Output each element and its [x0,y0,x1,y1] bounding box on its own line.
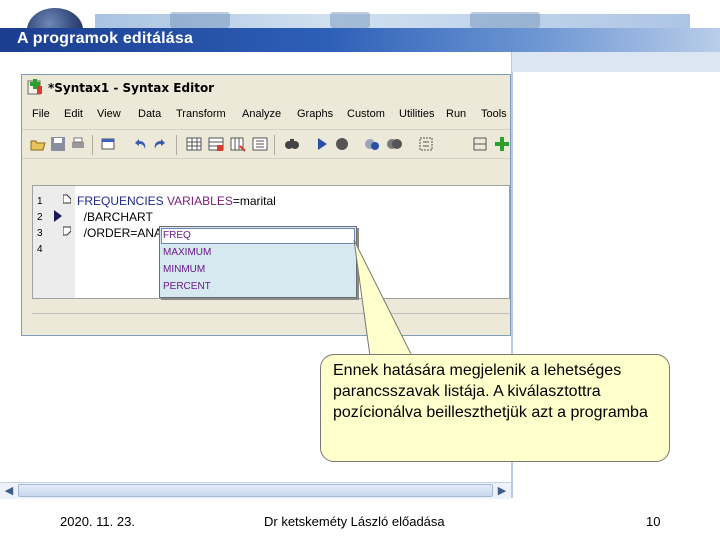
callout-pointer [353,239,413,357]
callout-text: Ennek hatására megjelenik a lehetséges p… [333,362,648,421]
toolbar [22,129,510,159]
menu-view[interactable]: View [97,108,121,120]
command-keyword: FREQUENCIES [77,194,164,208]
stop-icon[interactable] [334,136,350,152]
toggle-icon[interactable] [386,136,402,152]
code-line-3: /ORDER=ANA [77,226,163,240]
menu-graphs[interactable]: Graphs [297,108,333,120]
toolbar-separator [176,135,177,155]
autocomplete-item[interactable]: PERCENT [163,281,211,292]
open-icon[interactable] [30,136,46,152]
toolbar-separator [274,135,275,155]
case-list-icon[interactable] [252,136,268,152]
line-number: 3 [37,228,43,239]
code-line-2: /BARCHART [77,210,153,224]
line-number: 1 [37,196,43,207]
syntax-help-icon[interactable] [418,136,434,152]
scroll-left-icon[interactable]: ◀ [1,482,17,499]
scroll-right-icon[interactable]: ▶ [494,482,510,499]
scrollbar-thumb[interactable] [18,484,493,497]
redo-icon[interactable] [152,136,168,152]
menu-data[interactable]: Data [138,108,161,120]
slide-title: A programok editálása [17,30,194,47]
map-decoration [170,12,230,28]
line-number: 2 [37,212,43,223]
right-panel-stripe [512,52,720,72]
status-bar [32,313,510,331]
split-icon[interactable] [364,136,380,152]
map-decoration [330,12,370,28]
add-icon[interactable] [494,136,510,152]
menu-edit[interactable]: Edit [64,108,83,120]
goto-data-icon[interactable] [186,136,202,152]
window-title: *Syntax1 - Syntax Editor [48,81,215,95]
current-line-arrow-icon [54,210,62,222]
menu-file[interactable]: File [32,108,50,120]
footer-date: 2020. 11. 23. [60,514,135,529]
slide-header: A programok editálása [0,0,720,54]
footer-page-number: 10 [646,514,661,529]
save-icon[interactable] [50,136,66,152]
map-decoration [470,12,540,28]
variables-icon[interactable] [230,136,246,152]
menu-utilities[interactable]: Utilities [399,108,434,120]
goto-case-icon[interactable] [208,136,224,152]
subcommand-keyword: VARIABLES [163,194,233,208]
window-titlebar: *Syntax1 - Syntax Editor [22,75,510,101]
autocomplete-item[interactable]: MINMUM [163,264,205,275]
run-icon[interactable] [314,136,330,152]
print-icon[interactable] [70,136,86,152]
autocomplete-item[interactable]: FREQ [163,230,191,241]
app-icon [27,79,42,95]
command-end-marker-icon [63,226,71,236]
footer-author: Dr ketskeméty László előadása [264,514,445,529]
find-icon[interactable] [284,136,300,152]
pane-icon[interactable] [472,136,488,152]
code-line-1: FREQUENCIES VARIABLES=marital [77,194,276,208]
menu-custom[interactable]: Custom [347,108,385,120]
undo-icon[interactable] [132,136,148,152]
command-start-marker-icon [63,194,71,204]
autocomplete-list[interactable]: FREQ MAXIMUM MINMUM PERCENT [159,226,357,298]
autocomplete-item[interactable]: MAXIMUM [163,247,211,258]
code-text: =marital [232,194,276,208]
menu-run[interactable]: Run [446,108,466,120]
line-number: 4 [37,244,43,255]
menu-analyze[interactable]: Analyze [242,108,281,120]
menu-bar: File Edit View Data Transform Analyze Gr… [22,105,510,125]
toolbar-separator [92,135,93,155]
menu-transform[interactable]: Transform [176,108,226,120]
menu-tools[interactable]: Tools [481,108,507,120]
dialog-recall-icon[interactable] [100,136,116,152]
